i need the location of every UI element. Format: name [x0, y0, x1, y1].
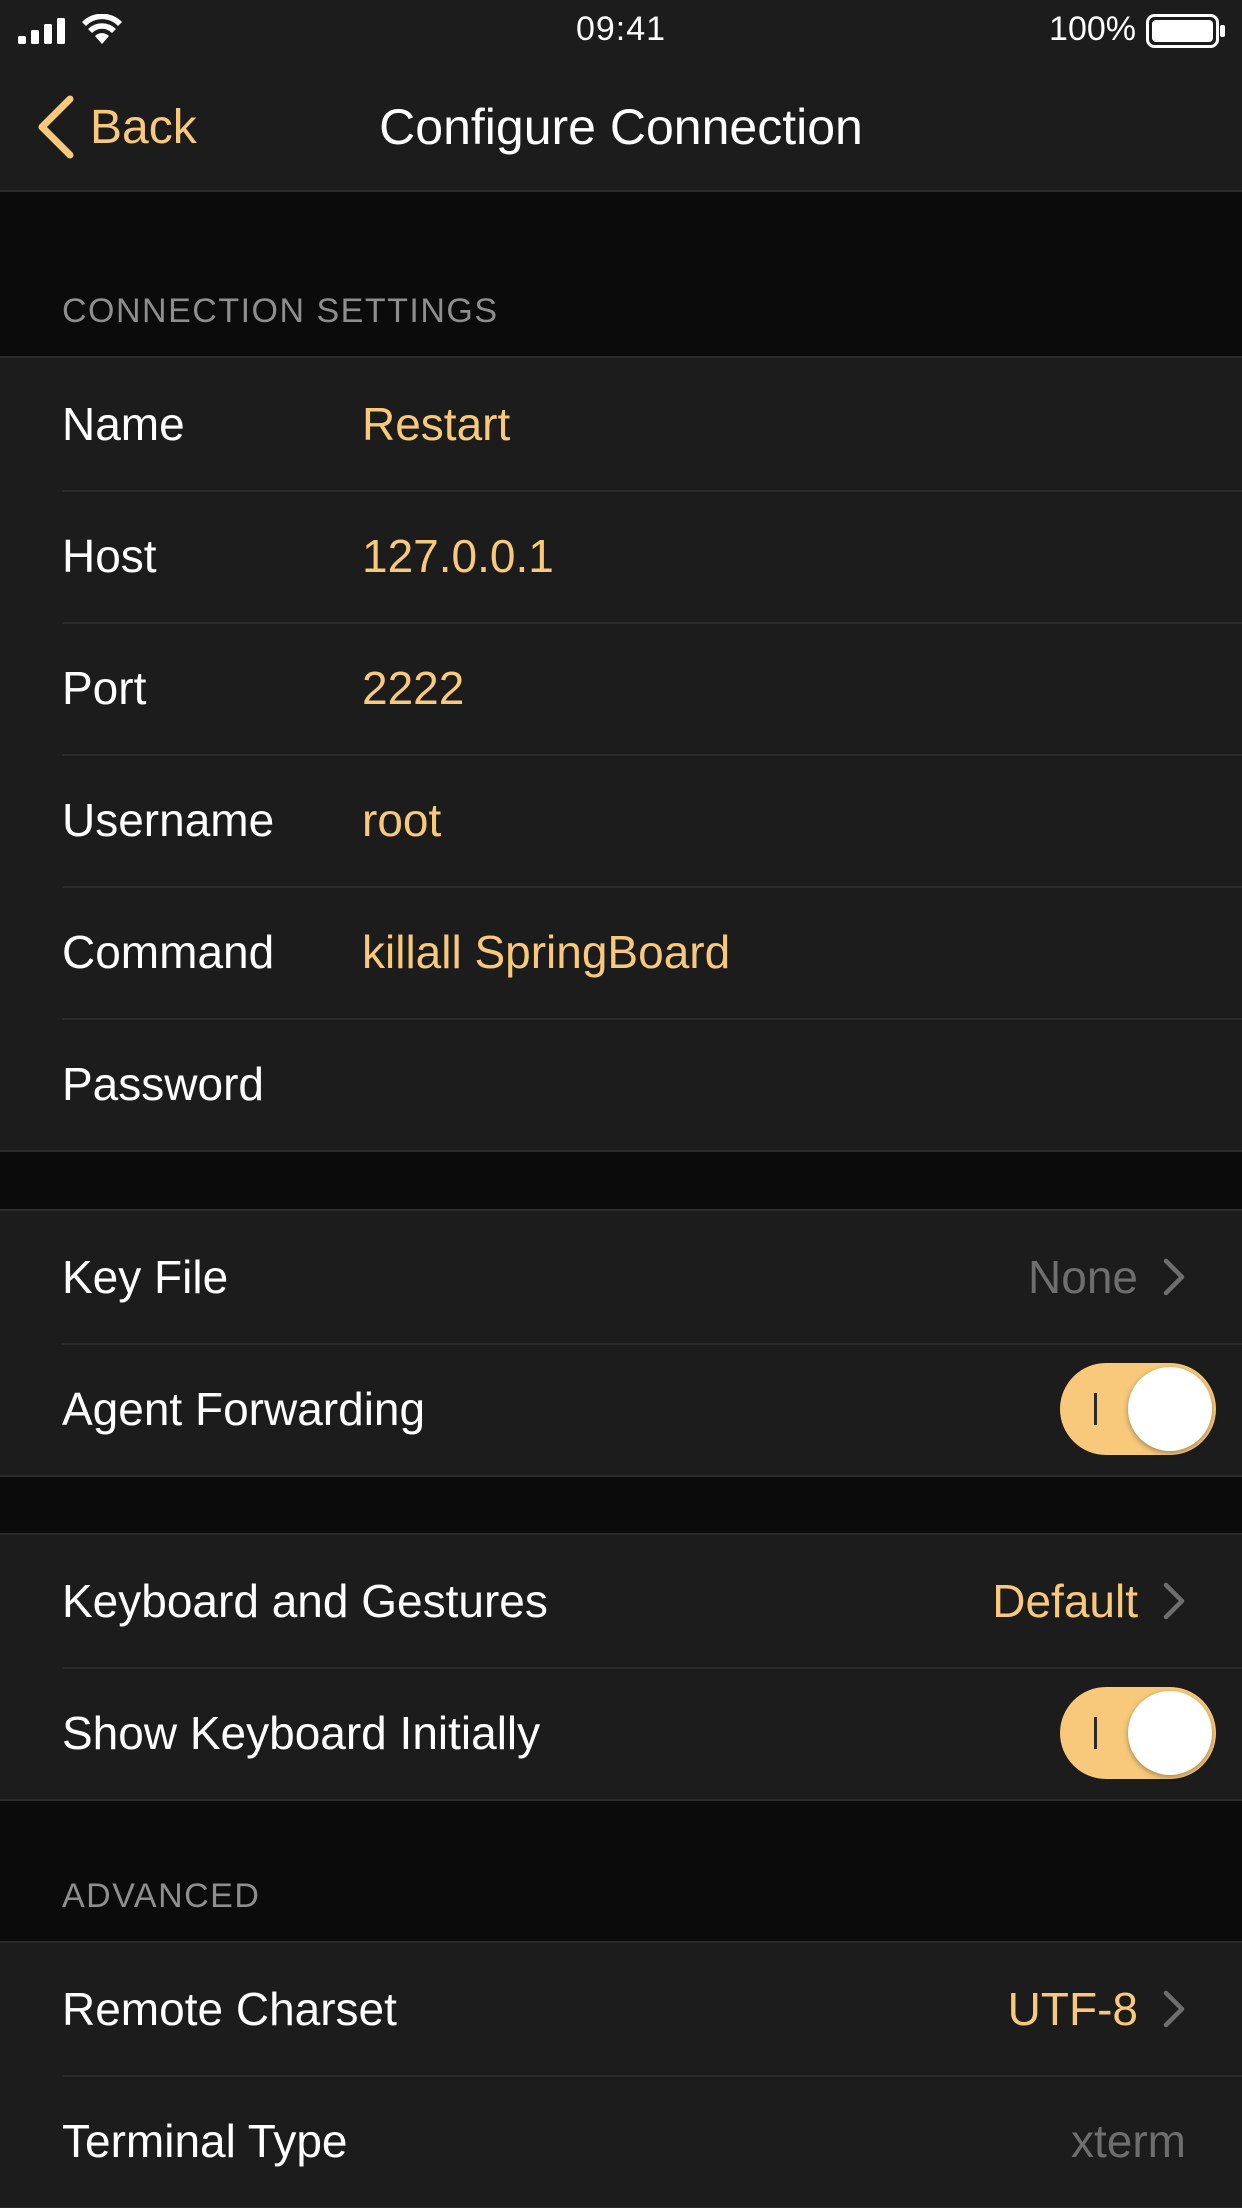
host-label: Host: [62, 530, 157, 582]
remote-charset-row[interactable]: Remote Charset UTF-8: [0, 1943, 1242, 2075]
battery-percentage: 100%: [1049, 10, 1136, 48]
connection-settings-group: Name Restart Host 127.0.0.1 Port 2222 Us…: [0, 356, 1242, 1152]
navigation-bar: Back Configure Connection: [0, 62, 1242, 192]
agent-forwarding-toggle[interactable]: [1060, 1363, 1216, 1455]
key-file-label: Key File: [62, 1251, 229, 1303]
keyboard-gestures-row[interactable]: Keyboard and Gestures Default: [0, 1535, 1242, 1667]
remote-charset-value: UTF-8: [1007, 1983, 1138, 2035]
port-label: Port: [62, 662, 147, 714]
keyboard-group: Keyboard and Gestures Default Show Keybo…: [0, 1533, 1242, 1801]
page-title: Configure Connection: [379, 99, 863, 155]
name-field[interactable]: Restart: [362, 397, 510, 451]
port-field[interactable]: 2222: [362, 661, 464, 715]
chevron-right-icon: [1163, 1990, 1185, 2028]
command-field[interactable]: killall SpringBoard: [362, 925, 730, 979]
port-row[interactable]: Port 2222: [0, 622, 1242, 754]
toggle-knob: [1128, 1691, 1212, 1775]
show-keyboard-row: Show Keyboard Initially: [0, 1667, 1242, 1799]
key-file-value: None: [1028, 1251, 1138, 1303]
password-label: Password: [62, 1058, 264, 1110]
chevron-right-icon: [1163, 1258, 1185, 1296]
battery-icon: [1146, 14, 1225, 48]
name-label: Name: [62, 398, 185, 450]
keyboard-gestures-label: Keyboard and Gestures: [62, 1575, 548, 1627]
section-header-advanced: ADVANCED: [62, 1877, 261, 1915]
section-header-connection-settings: CONNECTION SETTINGS: [62, 292, 499, 330]
toggle-knob: [1128, 1367, 1212, 1451]
terminal-type-value-container: xterm: [1071, 2114, 1186, 2168]
username-row[interactable]: Username root: [0, 754, 1242, 886]
keyboard-gestures-value-container: Default: [992, 1574, 1186, 1628]
agent-forwarding-label: Agent Forwarding: [62, 1383, 426, 1435]
terminal-type-label: Terminal Type: [62, 2115, 348, 2167]
status-bar: 09:41 100%: [0, 0, 1242, 62]
terminal-type-row[interactable]: Terminal Type xterm: [0, 2075, 1242, 2207]
username-label: Username: [62, 794, 275, 846]
remote-charset-label: Remote Charset: [62, 1983, 397, 2035]
username-field[interactable]: root: [362, 793, 441, 847]
toggle-on-mark: [1094, 1717, 1097, 1749]
chevron-right-icon: [1163, 1582, 1185, 1620]
configure-connection-screen: 09:41 100% Back Configure Connection CON…: [0, 0, 1242, 2208]
advanced-group: Remote Charset UTF-8 Terminal Type xterm: [0, 1941, 1242, 2208]
show-keyboard-label: Show Keyboard Initially: [62, 1707, 541, 1759]
key-file-value-container: None: [1028, 1250, 1186, 1304]
command-label: Command: [62, 926, 275, 978]
password-row[interactable]: Password: [0, 1018, 1242, 1150]
show-keyboard-toggle[interactable]: [1060, 1687, 1216, 1779]
key-file-row[interactable]: Key File None: [0, 1211, 1242, 1343]
host-row[interactable]: Host 127.0.0.1: [0, 490, 1242, 622]
agent-forwarding-row: Agent Forwarding: [0, 1343, 1242, 1475]
authentication-group: Key File None Agent Forwarding: [0, 1209, 1242, 1477]
command-row[interactable]: Command killall SpringBoard: [0, 886, 1242, 1018]
toggle-on-mark: [1094, 1393, 1097, 1425]
remote-charset-value-container: UTF-8: [1008, 1982, 1186, 2036]
host-field[interactable]: 127.0.0.1: [362, 529, 554, 583]
terminal-type-field[interactable]: xterm: [1071, 2114, 1186, 2168]
keyboard-gestures-value: Default: [992, 1575, 1138, 1627]
name-row[interactable]: Name Restart: [0, 358, 1242, 490]
